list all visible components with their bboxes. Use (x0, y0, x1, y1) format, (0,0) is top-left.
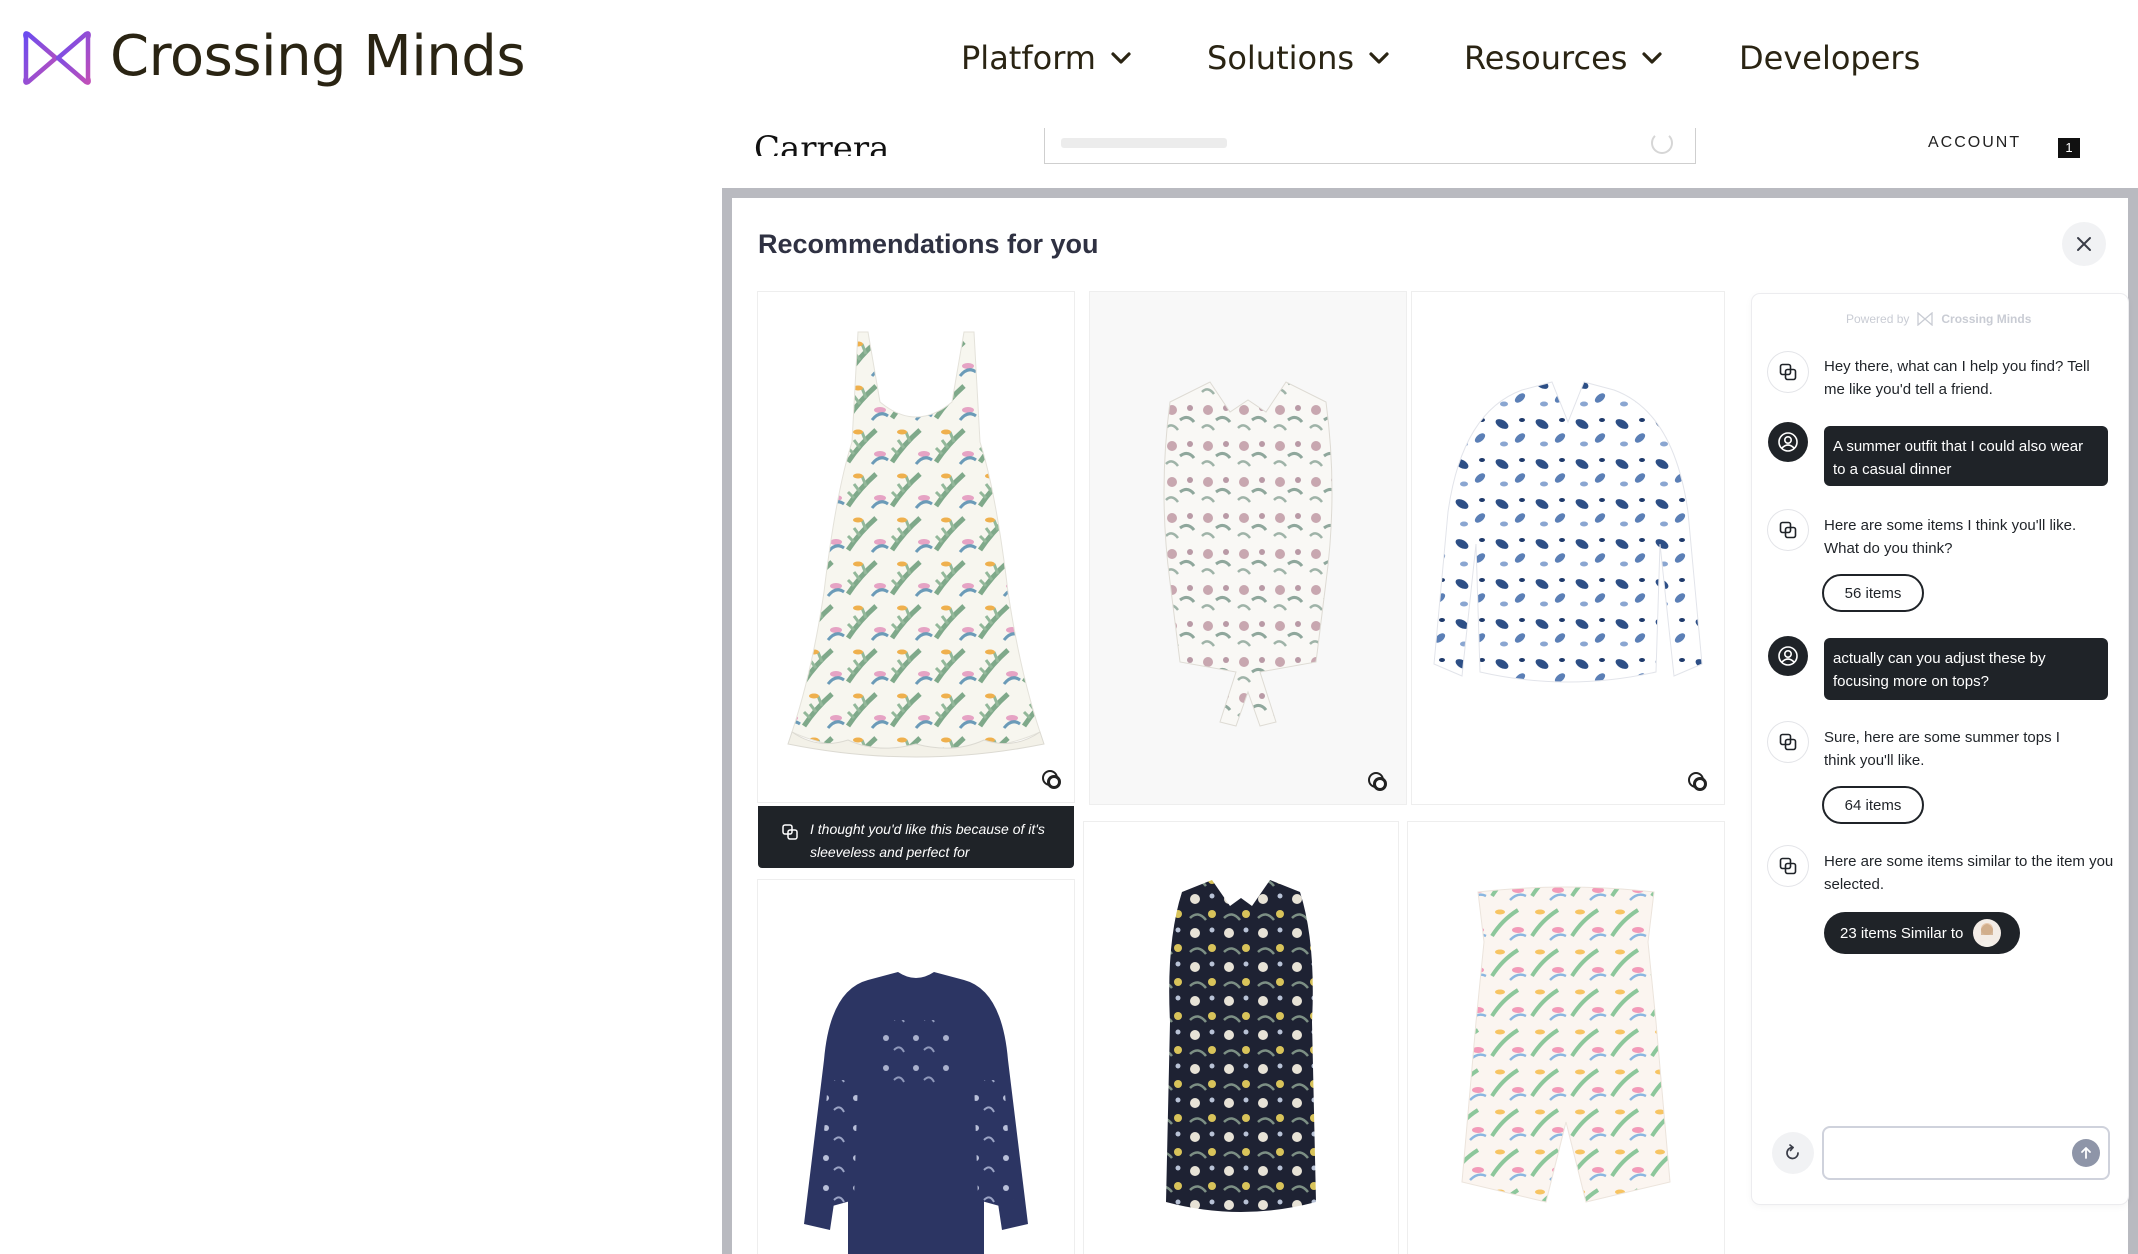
bot-message: Hey there, what can I help you find? Tel… (1824, 358, 2090, 398)
bot-avatar (1768, 510, 1808, 550)
product-image (1166, 880, 1316, 1212)
nav-developers-label: Developers (1739, 39, 1921, 77)
product-image (1163, 381, 1333, 727)
crossing-minds-chat-icon (1779, 363, 1797, 381)
product-card-floral-palm-dress[interactable] (758, 292, 1074, 802)
close-button[interactable] (2062, 222, 2106, 266)
crossing-minds-chat-icon (1779, 857, 1797, 875)
close-icon (2077, 237, 2091, 251)
product-image (787, 331, 1045, 758)
product-card-floral-sleeveless-tie-top[interactable] (1090, 292, 1406, 804)
chevron-down-icon (1642, 52, 1663, 64)
product-card-tropical-strapless-romper[interactable] (1408, 822, 1724, 1254)
brand-name[interactable]: Crossing Minds (110, 24, 526, 90)
product-card-dark-floral-sleeveless-shirt[interactable] (1084, 822, 1398, 1254)
product-card-blue-watercolor-blouse[interactable] (1412, 292, 1724, 804)
chevron-down-icon (1111, 52, 1131, 64)
chat-message-input[interactable] (1822, 1126, 2110, 1180)
reason-text: I thought you'd like this because of it'… (810, 821, 1045, 860)
similar-items-pill-label: 23 items Similar to (1840, 924, 1964, 942)
selected-item-thumbnail (1973, 919, 2002, 947)
crossing-minds-logo-icon (1917, 312, 1934, 326)
similar-items-icon[interactable] (1687, 771, 1709, 793)
store-logo[interactable]: Carrera (754, 124, 889, 156)
similar-items-icon[interactable] (1367, 771, 1389, 793)
reset-chat-button[interactable] (1772, 1132, 1814, 1174)
bot-message: Here are some items I think you'll like.… (1824, 517, 2077, 557)
crossing-minds-chat-icon (1779, 733, 1797, 751)
powered-by: Powered by Crossing Minds (1846, 312, 2031, 326)
bot-message: Sure, here are some summer tops I think … (1824, 729, 2060, 769)
crossing-minds-chat-icon (782, 824, 798, 840)
refresh-icon (1786, 1144, 1799, 1160)
user-avatar (1768, 422, 1808, 462)
nav-platform[interactable]: Platform (961, 38, 1132, 78)
chevron-down-icon (1369, 52, 1389, 64)
arrow-up-icon (2081, 1147, 2091, 1159)
product-image (1433, 381, 1703, 683)
recommendation-reason: I thought you'd like this because of it'… (758, 806, 1074, 868)
user-icon (1778, 646, 1798, 666)
user-message: A summer outfit that I could also wear t… (1824, 426, 2108, 486)
user-message: actually can you adjust these by focusin… (1824, 638, 2108, 700)
nav-developers[interactable]: Developers (1739, 38, 1920, 78)
bot-message: Here are some items similar to the item … (1824, 853, 2114, 893)
modal-title: Recommendations for you (758, 229, 1099, 259)
send-button[interactable] (2072, 1139, 2100, 1167)
powered-by-label: Powered by (1846, 312, 1910, 326)
product-image (804, 972, 1028, 1254)
product-card-navy-embroidered-dress[interactable] (758, 880, 1074, 1254)
items-result-pill[interactable]: 64 items (1822, 786, 1924, 824)
loading-spinner-icon (1651, 132, 1673, 154)
cart-badge[interactable]: 1 (2058, 138, 2080, 158)
similar-items-icon[interactable] (1041, 769, 1063, 791)
user-avatar (1768, 636, 1808, 676)
nav-solutions-label: Solutions (1207, 39, 1355, 77)
nav-platform-label: Platform (961, 39, 1096, 77)
crossing-minds-logo-icon[interactable] (22, 26, 92, 90)
nav-resources-label: Resources (1464, 39, 1628, 77)
nav-resources[interactable]: Resources (1464, 38, 1663, 78)
bot-avatar (1768, 722, 1808, 762)
similar-items-pill[interactable]: 23 items Similar to (1824, 912, 2020, 954)
nav-solutions[interactable]: Solutions (1207, 38, 1390, 78)
crossing-minds-chat-icon (1779, 521, 1797, 539)
account-link[interactable]: ACCOUNT (1928, 132, 2021, 148)
bot-avatar (1768, 352, 1808, 392)
powered-by-brand: Crossing Minds (1941, 312, 2032, 326)
bot-avatar (1768, 846, 1808, 886)
product-image (1461, 886, 1671, 1203)
items-result-pill[interactable]: 56 items (1822, 574, 1924, 612)
user-icon (1778, 432, 1798, 452)
store-search-input[interactable] (1044, 128, 1696, 164)
search-placeholder-bar (1061, 138, 1227, 148)
